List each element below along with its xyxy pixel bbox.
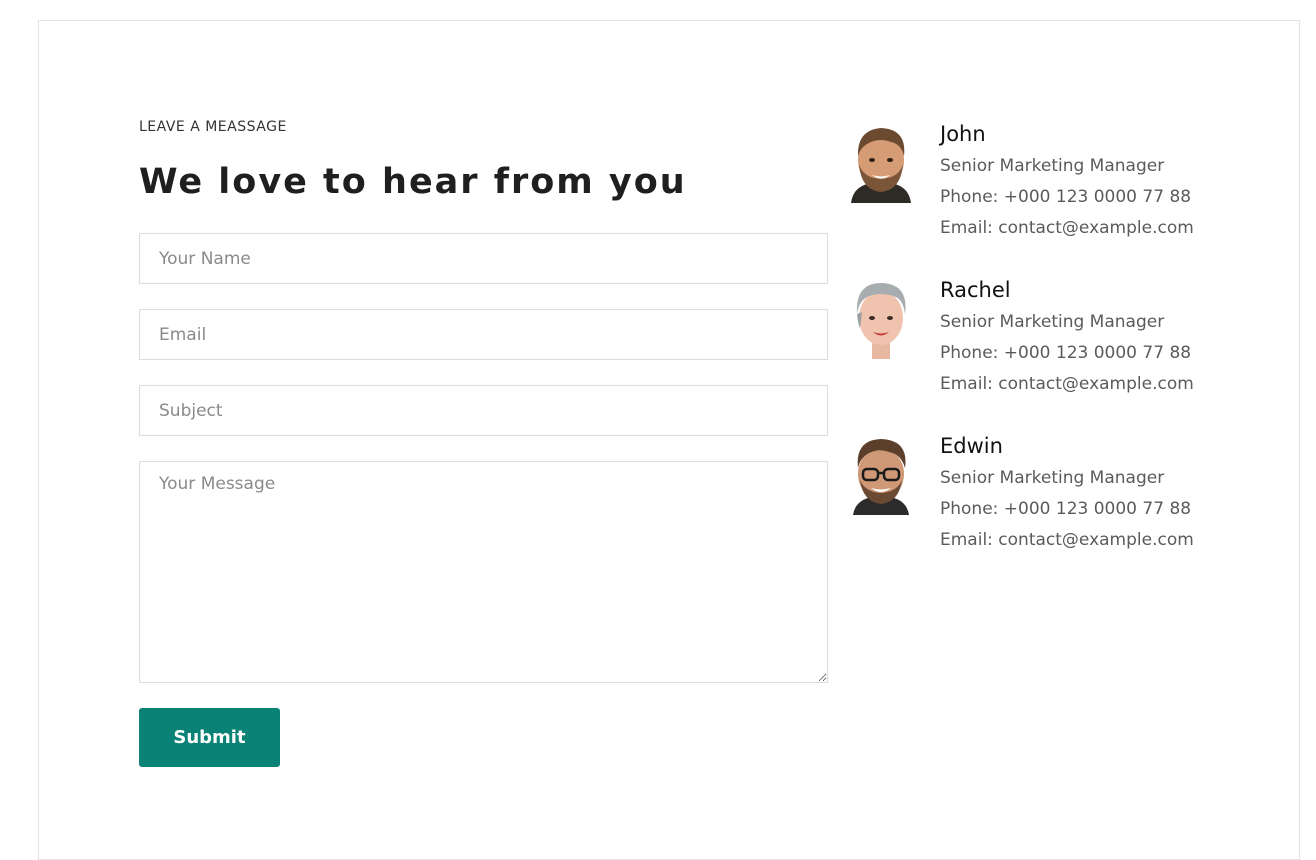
email-input[interactable]	[139, 309, 828, 360]
page-title: We love to hear from you	[139, 162, 687, 202]
avatar	[841, 434, 921, 515]
message-textarea[interactable]	[139, 461, 828, 683]
contact-card-edwin: Edwin Senior Marketing Manager Phone: +0…	[841, 432, 1261, 588]
contact-details: John Senior Marketing Manager Phone: +00…	[940, 120, 1194, 244]
contact-name: John	[940, 122, 986, 146]
contact-list: John Senior Marketing Manager Phone: +00…	[841, 120, 1261, 588]
contact-details: Rachel Senior Marketing Manager Phone: +…	[940, 276, 1194, 400]
contact-phone: Phone: +000 123 0000 77 88	[940, 187, 1192, 207]
contact-title: Senior Marketing Manager	[940, 468, 1165, 488]
contact-phone: Phone: +000 123 0000 77 88	[940, 343, 1192, 363]
man-glasses-photo-icon	[841, 434, 921, 515]
man-beard-photo-icon	[841, 122, 921, 203]
contact-email: Email: contact@example.com	[940, 530, 1194, 550]
submit-button[interactable]: Submit	[139, 708, 280, 767]
contact-name: Rachel	[940, 278, 1011, 302]
contact-title: Senior Marketing Manager	[940, 156, 1165, 176]
name-input[interactable]	[139, 233, 828, 284]
woman-short-gray-hair-photo-icon	[841, 278, 921, 359]
contact-title: Senior Marketing Manager	[940, 312, 1165, 332]
contact-email: Email: contact@example.com	[940, 374, 1194, 394]
subject-input[interactable]	[139, 385, 828, 436]
section-eyebrow: LEAVE A MEASSAGE	[139, 119, 287, 135]
contact-card-rachel: Rachel Senior Marketing Manager Phone: +…	[841, 276, 1261, 432]
contact-email: Email: contact@example.com	[940, 218, 1194, 238]
contact-details: Edwin Senior Marketing Manager Phone: +0…	[940, 432, 1194, 556]
contact-phone: Phone: +000 123 0000 77 88	[940, 499, 1192, 519]
contact-name: Edwin	[940, 434, 1003, 458]
contact-card-john: John Senior Marketing Manager Phone: +00…	[841, 120, 1261, 276]
avatar	[841, 278, 921, 359]
avatar	[841, 122, 921, 203]
